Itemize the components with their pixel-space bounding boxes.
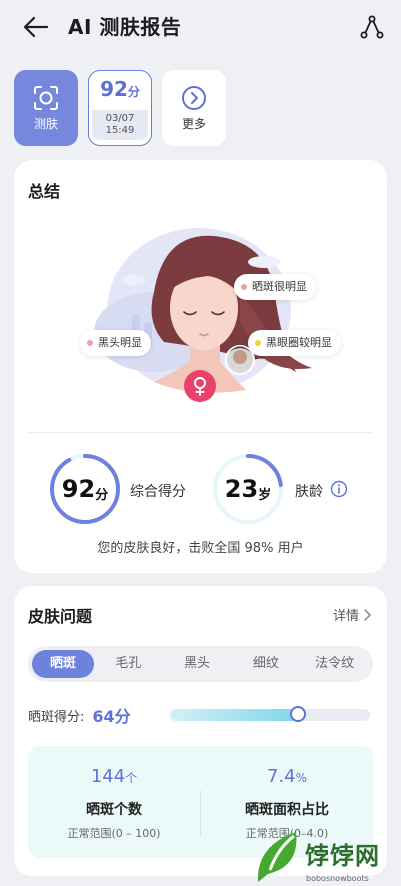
tab-blackheads[interactable]: 黑头 — [163, 650, 232, 678]
share-icon — [360, 15, 384, 39]
overall-score-value: 92 分 — [61, 475, 109, 503]
score-tile-value: 92分 — [100, 76, 140, 101]
more-tile-label: 更多 — [181, 116, 206, 131]
bubble-blackheads: 黑头明显 — [80, 330, 151, 356]
stat-spot-count: 144个 晒斑个数 正常范围(0 – 100) — [28, 746, 200, 858]
more-tile[interactable]: 更多 — [162, 70, 226, 146]
info-icon[interactable] — [330, 480, 348, 502]
sun-spot-score-row: 晒斑得分: 64分 — [28, 702, 373, 728]
chevron-right-icon — [364, 608, 371, 621]
score-tile-timestamp: 03/07 15:49 — [92, 109, 148, 140]
bubble-sun-spots: 晒斑很明显 — [234, 274, 316, 300]
sun-spot-score-value: 64分 — [92, 707, 131, 726]
score-tile-time: 15:49 — [105, 124, 135, 136]
tab-fine-lines[interactable]: 细纹 — [232, 650, 301, 678]
details-link[interactable]: 详情 — [333, 605, 371, 624]
app-header: AI 测肤报告 — [0, 0, 401, 54]
details-label: 详情 — [332, 609, 359, 624]
tab-sun-spots[interactable]: 晒斑 — [32, 650, 94, 678]
overall-score-label: 综合得分 — [130, 484, 186, 500]
sun-spot-score-bar — [170, 706, 370, 722]
page-title: AI 测肤报告 — [68, 15, 182, 39]
score-bar-knob — [290, 706, 306, 722]
stat-spot-area-name: 晒斑面积占比 — [245, 802, 329, 818]
back-button[interactable] — [20, 12, 52, 42]
score-history-tile[interactable]: 92分 03/07 15:49 — [88, 70, 152, 146]
report-tiles: 测肤 92分 03/07 15:49 更多 — [14, 70, 226, 146]
leaf-logo-icon — [257, 832, 297, 882]
summary-divider — [28, 432, 373, 433]
chevron-right-circle-icon — [182, 85, 206, 110]
summary-sentence: 您的皮肤良好，击败全国 98% 用户 — [97, 541, 304, 556]
skin-age-label: 肤龄 — [295, 484, 323, 500]
tab-pores[interactable]: 毛孔 — [94, 650, 163, 678]
face-scan-icon — [34, 85, 58, 110]
watermark-text: 饽饽网 — [305, 842, 380, 870]
tab-nasolabial-folds[interactable]: 法令纹 — [300, 650, 369, 678]
bubble-dark-circles: 黑眼圈较明显 — [248, 330, 341, 356]
stat-spot-area-value: 7.4 — [266, 766, 296, 787]
scan-tile[interactable]: 测肤 — [14, 70, 78, 146]
scan-tile-label: 测肤 — [33, 116, 58, 131]
skin-age-value: 23 岁 — [224, 475, 272, 503]
female-icon — [184, 370, 216, 402]
summary-title: 总结 — [28, 182, 61, 201]
stat-spot-count-range: 正常范围(0 – 100) — [67, 827, 161, 840]
arrow-left-icon — [23, 16, 49, 38]
issue-tabs: 晒斑 毛孔 黑头 细纹 法令纹 — [28, 646, 373, 682]
stat-spot-count-name: 晒斑个数 — [86, 802, 142, 818]
score-bar-fill — [170, 709, 298, 721]
summary-card: 总结 晒斑很明显 黑头明显 黑眼圈较明显 92 分 综合得分 23 岁 肤龄 您… — [14, 160, 387, 573]
share-button[interactable] — [357, 12, 387, 42]
watermark: 饽饽网 bobosnowboots — [248, 826, 401, 886]
skin-issues-title: 皮肤问题 — [28, 607, 93, 626]
face-illustration: 晒斑很明显 黑头明显 黑眼圈较明显 — [14, 222, 387, 422]
score-tile-date: 03/07 — [105, 112, 135, 124]
stat-spot-count-value: 144 — [90, 766, 126, 787]
watermark-sub: bobosnowboots — [306, 874, 369, 883]
sun-spot-score-label: 晒斑得分: — [28, 709, 85, 725]
